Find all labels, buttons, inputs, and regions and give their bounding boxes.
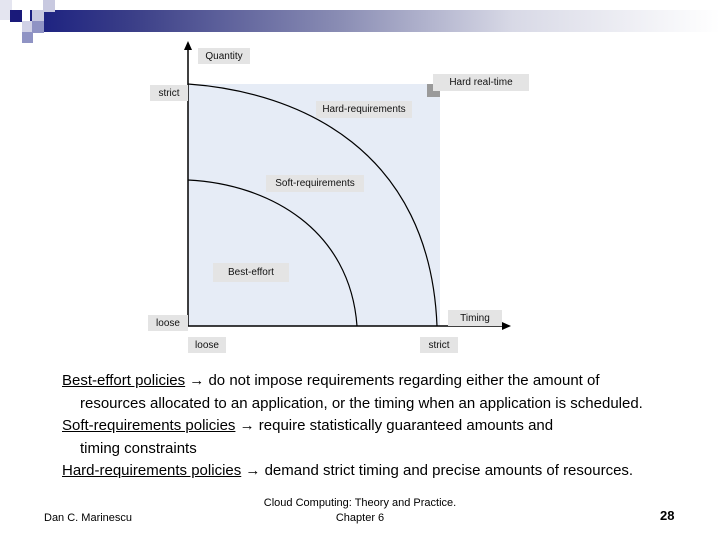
- footer-title: Cloud Computing: Theory and Practice. Ch…: [230, 496, 490, 526]
- region-label-hard-requirements: Hard-requirements: [316, 101, 412, 118]
- x-axis-arrowhead: [502, 322, 511, 330]
- bullet-continuation: resources allocated to an application, o…: [80, 394, 643, 412]
- region-label-best-effort: Best-effort: [213, 263, 289, 282]
- bullet-soft-requirements: Soft-requirements policies → require sta…: [62, 415, 702, 438]
- footer-author: Dan C. Marinescu: [44, 512, 133, 524]
- bullet-hard-requirements: Hard-requirements policies → demand stri…: [62, 460, 702, 483]
- region-label-soft-requirements: Soft-requirements: [266, 175, 364, 192]
- y-tick-loose: loose: [148, 315, 188, 331]
- footer-title-line2: Chapter 6: [335, 512, 385, 524]
- region-label-hard-real-time: Hard real-time: [433, 74, 529, 91]
- y-axis-arrowhead: [184, 41, 192, 50]
- y-tick-strict: strict: [150, 85, 188, 101]
- x-tick-strict: strict: [420, 337, 458, 353]
- footer-title-line1: Cloud Computing: Theory and Practice.: [263, 497, 457, 509]
- arrow-icon: →: [189, 372, 205, 389]
- bullet-text: demand strict timing and precise amounts…: [260, 462, 634, 479]
- region-panel: [188, 84, 440, 326]
- x-tick-loose: loose: [188, 337, 226, 353]
- bullet-text: require statistically guaranteed amounts…: [254, 417, 554, 434]
- term-best-effort: Best-effort policies: [62, 372, 186, 389]
- page-number: 28: [660, 508, 675, 523]
- x-axis-title: Timing: [448, 310, 502, 326]
- arrow-icon: →: [239, 417, 255, 434]
- policy-descriptions: Best-effort policies → do not impose req…: [62, 370, 702, 483]
- arrow-icon: →: [245, 462, 261, 479]
- qos-diagram: Quantity strict loose loose strict Timin…: [0, 0, 720, 360]
- bullet-text: do not impose requirements regarding eit…: [204, 372, 600, 389]
- term-soft-requirements: Soft-requirements policies: [62, 417, 236, 434]
- y-axis-title: Quantity: [198, 48, 250, 64]
- term-hard-requirements: Hard-requirements policies: [62, 462, 242, 479]
- bullet-best-effort: Best-effort policies → do not impose req…: [62, 370, 702, 393]
- bullet-continuation: timing constraints: [80, 439, 197, 457]
